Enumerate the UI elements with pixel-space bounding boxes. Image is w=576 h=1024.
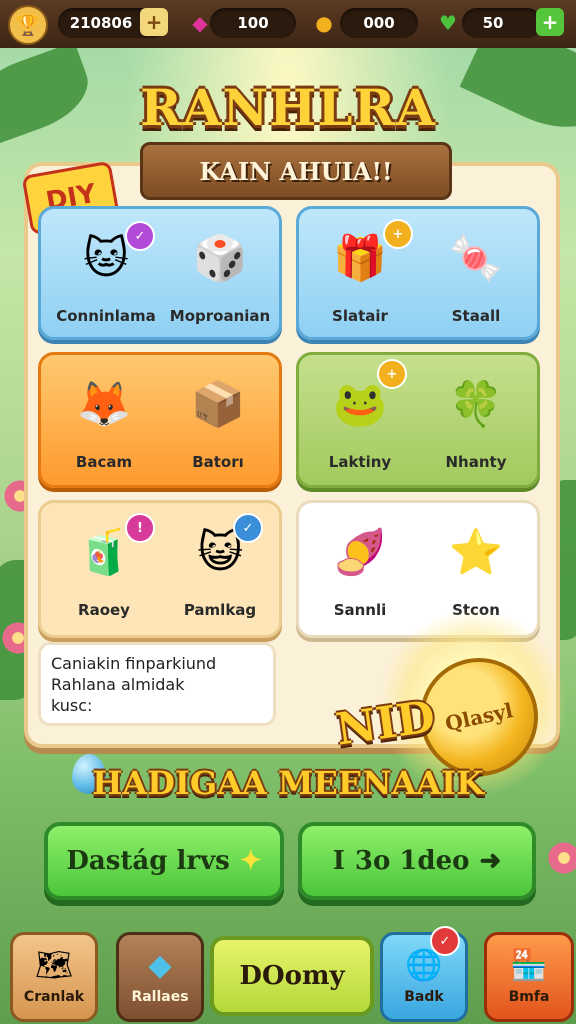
flower-decoration — [546, 840, 576, 876]
plus-badge-icon: + — [377, 359, 407, 389]
nav-map[interactable]: 🗺 Cranlak — [10, 932, 98, 1022]
item-label: Moproanian — [169, 307, 271, 325]
item-label: Laktiny — [328, 453, 392, 471]
fox-icon: 🦊 — [76, 379, 132, 430]
nav-label: Rallaes — [131, 989, 189, 1005]
offer-card-5[interactable]: 🧃 Raoey 😺 Pamlkag ! ✓ — [38, 500, 282, 638]
leaf-icon: ♥ — [439, 11, 457, 35]
secondary-action-button[interactable]: I 3o 1deo ➜ — [298, 822, 536, 900]
gems-value: 100 — [237, 14, 269, 32]
nav-label: Cranlak — [23, 989, 85, 1005]
offer-card-3[interactable]: 🦊 Bacam 📦 Batorı — [38, 352, 282, 488]
shop-icon: 🏪 — [510, 948, 548, 983]
banner-plank: KAIN AHUIA!! — [140, 142, 452, 200]
item-label: Batorı — [192, 453, 244, 471]
badge-icon: ✓ — [125, 221, 155, 251]
box-icon: 📦 — [190, 379, 246, 430]
map-icon: 🗺 — [34, 948, 74, 983]
item-label: Pamlkag — [183, 601, 257, 619]
gem-counter: 100 — [210, 8, 296, 38]
cube-icon: 🎲 — [192, 233, 248, 284]
arrow-right-icon: ➜ — [479, 846, 502, 876]
sweet-potato-icon: 🍠 — [332, 527, 388, 578]
star-icon: ⭐ — [448, 527, 504, 578]
banner-text: KAIN AHUIA!! — [199, 156, 393, 186]
offer-item[interactable]: 📦 Batorı — [163, 369, 273, 471]
resource-bar: 🏆 210806 + ◆ 100 ● 000 ♥ 50 + — [0, 0, 576, 48]
nav-label: Badk — [404, 989, 444, 1005]
description-line: kusc: — [51, 696, 93, 715]
badge-icon: ! — [125, 513, 155, 543]
sparkle-icon: ✦ — [239, 846, 262, 876]
item-label: Sannli — [333, 601, 387, 619]
coin-counter: 000 — [340, 8, 418, 38]
gem-icon: ◆ — [148, 948, 172, 983]
add-leaf-button[interactable]: + — [536, 8, 564, 36]
nav-center[interactable]: DOomy — [210, 936, 374, 1016]
nav-shop[interactable]: 🏪 Bmfa — [484, 932, 574, 1022]
offer-item[interactable]: 🍀 Nhanty — [421, 369, 531, 471]
offer-item[interactable]: 🎲 Moproanian — [165, 223, 275, 325]
offer-item[interactable]: ⭐ Stcon — [421, 517, 531, 619]
trophy-value: 210806 — [69, 14, 133, 32]
offer-item[interactable]: 🦊 Bacam — [49, 369, 159, 471]
item-label: Slatair — [332, 307, 388, 325]
nav-label: Bmfa — [508, 989, 550, 1005]
leaf-value: 50 — [482, 14, 504, 32]
offer-card-2[interactable]: 🎁 Slatair 🍬 Staall + — [296, 206, 540, 340]
badge-icon: ✓ — [233, 513, 263, 543]
coins-value: 000 — [363, 14, 395, 32]
offer-card-1[interactable]: 🐱 Conninlama 🎲 Moproanian ✓ — [38, 206, 282, 340]
item-label: Conninlama — [56, 307, 156, 325]
offer-item[interactable]: 🍠 Sannli — [305, 517, 415, 619]
notification-badge-icon: ✓ — [430, 926, 460, 956]
coin-text: Qlasyl — [443, 698, 515, 736]
trophy-icon: 🏆 — [8, 5, 48, 45]
offer-card-4[interactable]: 🐸 Laktiny 🍀 Nhanty + — [296, 352, 540, 488]
leaf-counter: 50 — [462, 8, 542, 38]
secondary-action-label: 3o 1deo — [354, 846, 470, 876]
offer-description: Caniakin finparkiund Rahlana almidak kus… — [38, 642, 276, 726]
item-label: Staall — [451, 307, 501, 325]
secondary-action-prefix: I — [332, 846, 345, 876]
description-line: Caniakin finparkiund — [51, 654, 217, 673]
add-trophy-button[interactable]: + — [140, 8, 168, 36]
section-subtitle: HADIGAA MEENAAIK — [92, 764, 484, 802]
nav-center-label: DOomy — [239, 961, 345, 991]
item-label: Raoey — [78, 601, 130, 619]
plus-badge-icon: + — [383, 219, 413, 249]
candy-icon: 🍬 — [448, 233, 504, 284]
clover-box-icon: 🍀 — [448, 379, 504, 430]
coin-icon: ● — [315, 11, 333, 35]
item-label: Nhanty — [445, 453, 507, 471]
primary-action-label: Dastág lrvs — [66, 846, 230, 876]
description-line: Rahlana almidak — [51, 675, 185, 694]
nav-gems[interactable]: ◆ Rallaes — [116, 932, 204, 1022]
offer-item[interactable]: 🍬 Staall — [421, 223, 531, 325]
item-label: Bacam — [75, 453, 133, 471]
primary-action-button[interactable]: Dastág lrvs ✦ — [44, 822, 284, 900]
